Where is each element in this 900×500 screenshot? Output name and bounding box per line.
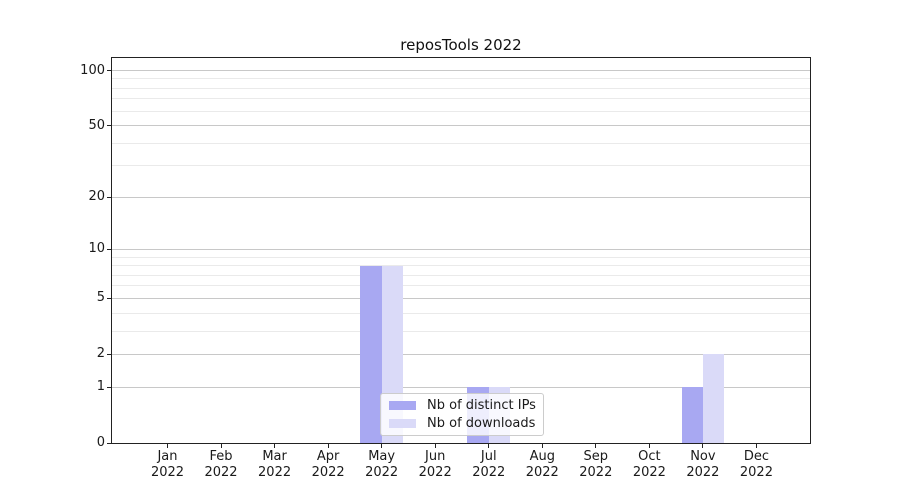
y-tick-label: 10 <box>88 241 105 257</box>
x-tick-label: Aug 2022 <box>525 449 559 480</box>
x-tick <box>220 444 222 448</box>
x-tick <box>488 444 490 448</box>
y-tick <box>107 386 111 388</box>
chart-figure: reposTools 2022 0 1 2 5 10 20 50 100 Jan 2022 Feb… <box>0 0 900 500</box>
y-tick-label: 5 <box>96 290 105 306</box>
y-tick-label: 2 <box>96 346 105 362</box>
x-tick <box>327 444 329 448</box>
x-tick-label: Jun 2022 <box>418 449 452 480</box>
legend: Nb of distinct IPs Nb of downloads <box>380 393 544 436</box>
y-tick-label: 0 <box>96 435 105 450</box>
x-tick <box>274 444 276 448</box>
y-tick-label: 50 <box>88 117 105 133</box>
legend-swatch-distinct-ips <box>389 401 416 411</box>
y-tick <box>107 196 111 198</box>
x-tick-label: Apr 2022 <box>311 449 345 480</box>
x-tick-label: Mar 2022 <box>258 449 292 480</box>
x-tick-label: Jul 2022 <box>472 449 506 480</box>
legend-label-distinct-ips: Nb of distinct IPs <box>427 398 536 414</box>
x-tick-label: Oct 2022 <box>632 449 666 480</box>
x-tick <box>595 444 597 448</box>
legend-item-distinct-ips: Nb of distinct IPs <box>389 398 536 414</box>
x-tick-label: Sep 2022 <box>579 449 613 480</box>
x-tick-label: Nov 2022 <box>686 449 720 480</box>
x-tick <box>434 444 436 448</box>
legend-swatch-downloads <box>389 418 416 428</box>
y-tick-label: 20 <box>88 189 105 205</box>
x-tick-label: May 2022 <box>365 449 399 480</box>
y-tick <box>107 125 111 127</box>
x-tick <box>702 444 704 448</box>
y-tick <box>107 353 111 355</box>
x-tick <box>167 444 168 448</box>
x-tick <box>541 444 543 448</box>
x-tick <box>381 444 383 448</box>
x-tick <box>648 444 650 448</box>
y-tick-label: 100 <box>80 62 105 78</box>
x-tick-label: Feb 2022 <box>204 449 238 480</box>
legend-item-downloads: Nb of downloads <box>389 416 535 431</box>
x-tick-label: Jan 2022 <box>150 449 185 480</box>
y-tick <box>107 297 111 299</box>
y-tick <box>107 442 111 444</box>
y-tick <box>107 70 111 71</box>
x-tick-label: Dec 2022 <box>739 449 773 480</box>
y-tick <box>107 248 111 250</box>
legend-label-downloads: Nb of downloads <box>427 415 536 431</box>
x-tick <box>755 444 757 448</box>
y-tick-label: 1 <box>96 379 105 395</box>
